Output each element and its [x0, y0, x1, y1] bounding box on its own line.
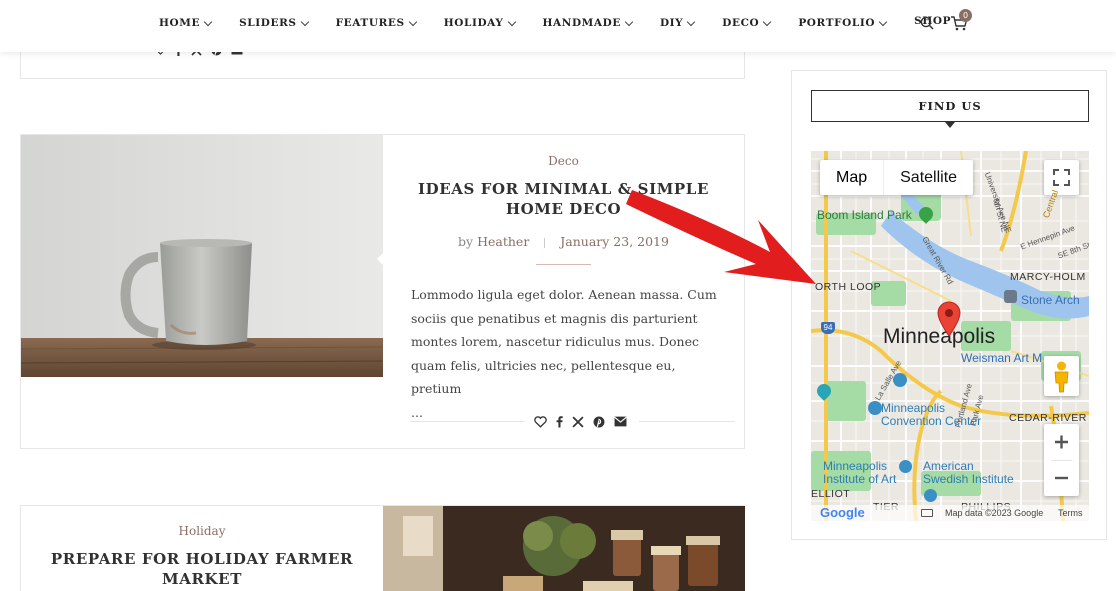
post-title-line-1[interactable]: IDEAS FOR MINIMAL & SIMPLE — [383, 179, 744, 199]
map-label-line: Swedish Institute — [923, 472, 1014, 486]
chevron-down-icon — [687, 17, 696, 26]
nav-item-features[interactable]: FEATURES — [335, 17, 417, 29]
chevron-down-icon — [203, 17, 213, 26]
post-category[interactable]: Holiday — [21, 524, 383, 538]
map-label-marcy-holmes: MARCY-HOLM — [1010, 271, 1086, 283]
poi-pin-icon — [893, 373, 907, 387]
map-label-north-loop: ORTH LOOP — [815, 281, 882, 293]
map-footer: Google Map data ©2023 Google Terms — [811, 505, 1089, 521]
map-terms-link[interactable]: Terms — [1058, 508, 1083, 518]
minus-icon — [1055, 476, 1068, 480]
site-header: HOME SLIDERS FEATURES HOLIDAY HANDMADE D… — [0, 0, 1116, 52]
map-label-convention-center: Minneapolis Convention Center — [881, 402, 981, 428]
chevron-down-icon — [763, 17, 772, 26]
post-title-line-1[interactable]: PREPARE FOR HOLIDAY FARMER — [21, 549, 383, 569]
map-label-institute-of-art: Minneapolis Institute of Art — [823, 460, 896, 486]
meta-by: by — [458, 234, 474, 249]
map-type-control: Map Satellite — [820, 160, 974, 195]
map-label-elliot-park: ELLIOT — [811, 488, 851, 500]
chevron-down-icon — [300, 17, 309, 26]
post-thumbnail-market[interactable] — [383, 506, 745, 591]
cart-count-badge: 0 — [959, 9, 972, 22]
nav-item-portfolio[interactable]: PORTFOLIO — [798, 17, 888, 29]
nav-item-deco[interactable]: DECO — [722, 17, 772, 29]
map-label-swedish-institute: American Swedish Institute — [923, 460, 1014, 486]
map-label-boom-island: Boom Island Park — [817, 208, 912, 222]
plus-icon — [1055, 435, 1068, 449]
nav-label: PORTFOLIO — [798, 17, 876, 29]
post-excerpt: Lommodo ligula eget dolor. Aenean massa.… — [411, 283, 721, 424]
post-title-line-2[interactable]: HOME DECO — [383, 199, 744, 219]
x-twitter-icon[interactable] — [572, 415, 584, 428]
share-divider-right — [639, 421, 735, 422]
widget-title: FIND US — [811, 90, 1089, 122]
excerpt-line: quam felis, ultricies nec, pellentesque … — [411, 357, 676, 397]
post-thumbnail-mug[interactable] — [21, 135, 383, 377]
facebook-icon[interactable] — [556, 415, 563, 428]
email-icon[interactable] — [614, 416, 627, 427]
google-map[interactable]: Map Satellite Boom Island Park Universit… — [811, 151, 1089, 521]
nav-label: DECO — [722, 17, 760, 29]
pegman-icon — [1054, 361, 1069, 393]
post-meta: by Heather January 23, 2019 — [383, 234, 744, 249]
keyboard-shortcuts-icon[interactable] — [921, 509, 933, 517]
post-date: January 23, 2019 — [560, 234, 669, 249]
museum-pin-icon — [924, 489, 937, 502]
map-label-line: Institute of Art — [823, 472, 897, 486]
map-type-satellite-button[interactable]: Satellite — [883, 160, 973, 195]
map-type-map-button[interactable]: Map — [820, 160, 883, 195]
search-icon[interactable] — [920, 16, 934, 30]
excerpt-line: Lommodo ligula eget dolor. Aenean massa.… — [411, 287, 717, 302]
nav-label: DIY — [659, 17, 684, 29]
zoom-out-button[interactable] — [1044, 460, 1079, 496]
widget-title-pointer — [945, 122, 955, 128]
excerpt-line: montes lorem, nascetur ridiculus mus. Do… — [411, 334, 699, 349]
nav-label: SLIDERS — [239, 17, 297, 29]
map-attribution: Map data ©2023 Google — [945, 508, 1044, 518]
interstate-shield-icon: 94 — [821, 322, 835, 334]
post-category[interactable]: Deco — [383, 154, 744, 168]
nav-label: HANDMADE — [542, 17, 621, 29]
chevron-down-icon — [624, 17, 634, 26]
street-view-pegman-button[interactable] — [1044, 356, 1079, 396]
map-label-weisman: Weisman Art M — [961, 351, 1043, 365]
meta-divider — [536, 264, 591, 265]
zoom-control — [1044, 424, 1079, 496]
main-nav: HOME SLIDERS FEATURES HOLIDAY HANDMADE D… — [159, 15, 979, 29]
excerpt-line: sociis que penatibus et magnis dis partu… — [411, 310, 698, 326]
share-divider-left — [410, 421, 525, 422]
nav-label: HOME — [159, 17, 201, 29]
nav-item-handmade[interactable]: HANDMADE — [542, 17, 634, 29]
nav-label: FEATURES — [335, 17, 405, 29]
zoom-in-button[interactable] — [1044, 424, 1079, 460]
chevron-down-icon — [878, 17, 888, 26]
poi-pin-icon — [868, 401, 882, 415]
heart-icon[interactable] — [534, 415, 547, 428]
post-author[interactable]: Heather — [477, 234, 529, 249]
landmark-icon — [1004, 290, 1017, 303]
pinterest-icon[interactable] — [593, 416, 605, 428]
museum-pin-icon — [899, 460, 912, 473]
chevron-down-icon — [507, 17, 516, 26]
nav-item-home[interactable]: HOME — [159, 17, 213, 29]
post-card-next: Holiday PREPARE FOR HOLIDAY FARMER MARKE… — [20, 505, 745, 591]
post-content: Deco IDEAS FOR MINIMAL & SIMPLE HOME DEC… — [383, 135, 744, 448]
nav-label: HOLIDAY — [443, 17, 504, 29]
location-marker-icon[interactable] — [936, 301, 962, 337]
nav-item-diy[interactable]: DIY — [659, 17, 696, 29]
find-us-widget: FIND US Map Satellite Boom Island Park U… — [791, 70, 1107, 540]
map-label-stone-arch: Stone Arch — [1021, 293, 1080, 307]
nav-item-sliders[interactable]: SLIDERS — [239, 17, 309, 29]
map-label-line: Convention Center — [881, 414, 982, 428]
chevron-down-icon — [408, 17, 417, 26]
nav-item-holiday[interactable]: HOLIDAY — [443, 17, 516, 29]
meta-separator — [544, 237, 546, 248]
post-card: Deco IDEAS FOR MINIMAL & SIMPLE HOME DEC… — [20, 134, 745, 449]
google-logo: Google — [820, 505, 865, 520]
map-label-cedar-riverside: CEDAR-RIVER — [1009, 412, 1087, 424]
post-title-line-2[interactable]: MARKET — [21, 569, 383, 589]
share-row — [534, 415, 627, 428]
